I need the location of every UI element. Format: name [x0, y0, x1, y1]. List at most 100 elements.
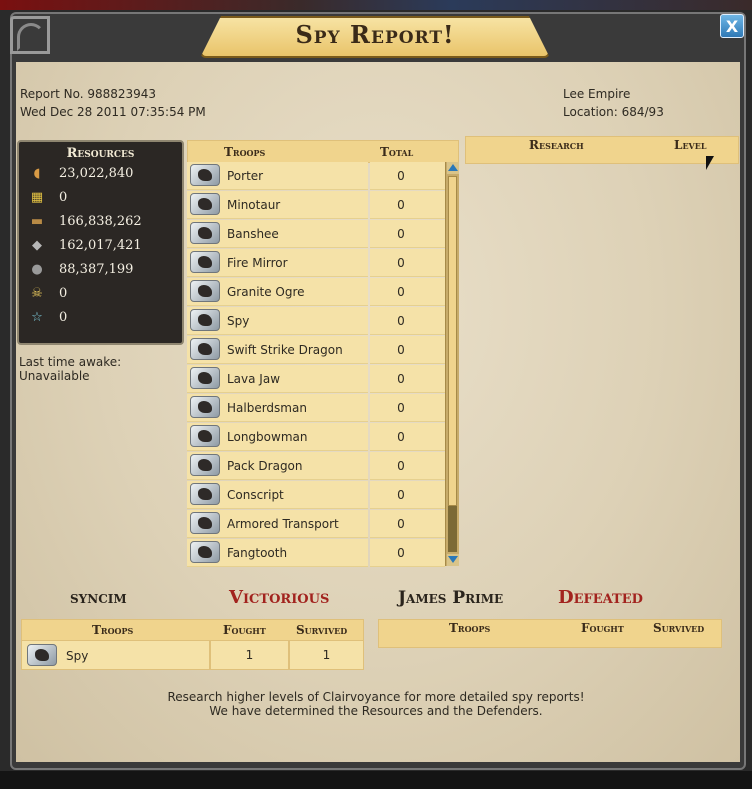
resource-row: ☠ 0 [27, 284, 182, 304]
troop-name-cell: Fangtooth [187, 539, 368, 567]
troop-name: Halberdsman [227, 401, 307, 415]
table-row: Lava Jaw 0 [187, 365, 445, 393]
footer-line-1: Research higher levels of Clairvoyance f… [167, 690, 585, 704]
troop-total-cell: 0 [370, 452, 445, 480]
awake-label: Last time awake: [19, 355, 122, 369]
troop-name: Conscript [227, 488, 284, 502]
research-table-header: Research Level [465, 136, 739, 164]
troop-total: 0 [397, 343, 405, 357]
resource-value: 88,387,199 [59, 262, 134, 277]
troop-name-cell: Longbowman [187, 423, 368, 451]
troop-total-cell: 0 [370, 539, 445, 567]
scroll-down-arrow-icon[interactable] [447, 554, 459, 566]
troop-name-cell: Fire Mirror [187, 249, 368, 277]
banshee-icon [190, 222, 220, 244]
scroll-up-arrow-icon[interactable] [447, 162, 459, 174]
defender-fought-header: Fought [581, 621, 624, 635]
level-column-header: Level [674, 138, 707, 152]
target-location: Location: 684/93 [563, 105, 664, 119]
attacker-survived-header: Survived [296, 623, 348, 637]
porter-icon [190, 164, 220, 186]
resource-row: ☆ 0 [27, 308, 182, 328]
defender-name: James Prime [398, 588, 504, 608]
attacker-troop-cell: Spy [21, 640, 210, 670]
table-row: Swift Strike Dragon 0 [187, 336, 445, 364]
spy-icon [27, 644, 57, 666]
corner-ornament-icon [10, 16, 50, 54]
troop-total-cell: 0 [370, 481, 445, 509]
troop-name: Longbowman [227, 430, 308, 444]
longbowman-icon [190, 425, 220, 447]
troop-name: Spy [227, 314, 250, 328]
troop-name-cell: Lava Jaw [187, 365, 368, 393]
troops-column-header: Troops [224, 145, 266, 159]
conscript-icon [190, 483, 220, 505]
footer-line-2: We have determined the Resources and the… [209, 704, 543, 718]
troop-name: Minotaur [227, 198, 281, 212]
defender-result: Defeated [558, 587, 643, 608]
troop-name-cell: Spy [187, 307, 368, 335]
troop-name-cell: Porter [187, 162, 368, 190]
scroll-track[interactable] [448, 176, 457, 552]
table-row: Fangtooth 0 [187, 539, 445, 567]
close-button[interactable]: X [720, 14, 744, 38]
troop-name-cell: Armored Transport [187, 510, 368, 538]
troop-total-cell: 0 [370, 365, 445, 393]
troop-name: Fangtooth [227, 546, 288, 560]
resource-value: 23,022,840 [59, 166, 134, 181]
attacker-fought-value: 1 [245, 648, 254, 662]
troop-total-cell: 0 [370, 162, 445, 190]
troop-name: Armored Transport [227, 517, 339, 531]
troop-total: 0 [397, 285, 405, 299]
troop-total: 0 [397, 227, 405, 241]
troop-total: 0 [397, 169, 405, 183]
troop-total: 0 [397, 314, 405, 328]
table-row: Minotaur 0 [187, 191, 445, 219]
troop-total: 0 [397, 198, 405, 212]
troop-total: 0 [397, 517, 405, 531]
table-row: Porter 0 [187, 162, 445, 190]
attacker-name: syncim [70, 588, 127, 608]
troop-name: Pack Dragon [227, 459, 303, 473]
swift-strike-dragon-icon [190, 338, 220, 360]
total-column-header: Total [380, 145, 414, 159]
awake-value: Unavailable [19, 369, 90, 383]
scroll-thumb[interactable] [448, 176, 457, 506]
attacker-table-header: Troops Fought Survived [21, 619, 364, 641]
resource-value: 162,017,421 [59, 238, 142, 253]
spy-icon [190, 309, 220, 331]
troop-total: 0 [397, 256, 405, 270]
troops-table-header: Troops Total [187, 140, 459, 163]
troop-total-cell: 0 [370, 510, 445, 538]
resource-value: 0 [59, 310, 68, 325]
resource-row: ◆ 162,017,421 [27, 236, 182, 256]
resource-row: ▬ 166,838,262 [27, 212, 182, 232]
troops-list[interactable]: Porter 0 Minotaur 0 Banshee 0 Fire Mirro… [187, 162, 445, 567]
attacker-survived-cell: 1 [289, 640, 364, 670]
troop-name-cell: Halberdsman [187, 394, 368, 422]
lava-jaw-icon [190, 367, 220, 389]
resource-value: 0 [59, 190, 68, 205]
table-row: Pack Dragon 0 [187, 452, 445, 480]
troop-name-cell: Swift Strike Dragon [187, 336, 368, 364]
defender-survived-header: Survived [653, 621, 705, 635]
resource-row: ▦ 0 [27, 188, 182, 208]
report-number: Report No. 988823943 [20, 87, 157, 101]
stone-icon: ● [31, 262, 43, 277]
troop-total-cell: 0 [370, 307, 445, 335]
attacker-troops-header: Troops [92, 623, 134, 637]
troop-name: Lava Jaw [227, 372, 281, 386]
table-row: Longbowman 0 [187, 423, 445, 451]
star-icon: ☆ [31, 310, 43, 325]
troop-total-cell: 0 [370, 423, 445, 451]
troops-scrollbar[interactable] [445, 162, 459, 566]
troop-total: 0 [397, 401, 405, 415]
troop-total-cell: 0 [370, 394, 445, 422]
table-row: Granite Ogre 0 [187, 278, 445, 306]
troop-name-cell: Conscript [187, 481, 368, 509]
research-column-header: Research [529, 138, 584, 152]
top-strip [0, 0, 752, 10]
table-row: Fire Mirror 0 [187, 249, 445, 277]
table-row: Spy 0 [187, 307, 445, 335]
troop-total: 0 [397, 546, 405, 560]
